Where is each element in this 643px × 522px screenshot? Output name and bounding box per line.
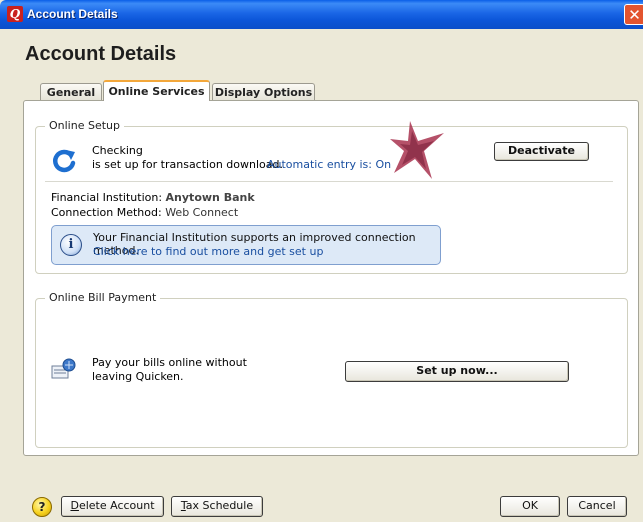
ok-button[interactable]: OK xyxy=(500,496,560,517)
info-callout: i Your Financial Institution supports an… xyxy=(51,225,441,265)
connection-method-value: Web Connect xyxy=(165,206,239,219)
online-setup-group: Online Setup Checking is set up for tran… xyxy=(35,119,628,274)
tax-schedule-label: ax Schedule xyxy=(185,499,254,512)
help-icon[interactable]: ? xyxy=(32,497,52,517)
online-bill-payment-label: Online Bill Payment xyxy=(45,291,161,304)
tab-general[interactable]: General xyxy=(40,83,102,101)
financial-institution-value: Anytown Bank xyxy=(165,191,255,204)
tab-online-services[interactable]: Online Services xyxy=(103,80,210,101)
delete-account-button[interactable]: Delete Account xyxy=(61,496,164,517)
delete-account-label: elete Account xyxy=(78,499,155,512)
deactivate-button[interactable]: Deactivate xyxy=(494,142,589,161)
bill-pay-text-line2: leaving Quicken. xyxy=(92,370,184,383)
refresh-icon xyxy=(53,149,76,173)
star-decoration xyxy=(390,121,444,179)
close-window-button[interactable]: ✕ xyxy=(624,4,643,25)
tab-panel: Online Setup Checking is set up for tran… xyxy=(23,100,639,456)
financial-institution-row: Financial Institution: Anytown Bank xyxy=(51,191,255,204)
automatic-entry-link[interactable]: Automatic entry is: On xyxy=(267,158,391,171)
connection-method-row: Connection Method: Web Connect xyxy=(51,206,238,219)
bill-payment-icon xyxy=(51,358,76,379)
window-title: Account Details xyxy=(27,7,118,21)
set-up-now-button[interactable]: Set up now... xyxy=(345,361,569,382)
tab-display-options[interactable]: Display Options xyxy=(212,83,315,101)
page-title: Account Details xyxy=(25,43,177,65)
bill-pay-text-line1: Pay your bills online without xyxy=(92,356,247,369)
quicken-app-icon: Q xyxy=(7,6,23,22)
online-setup-label: Online Setup xyxy=(45,119,124,132)
delete-account-hotkey: D xyxy=(70,499,79,512)
find-out-more-link[interactable]: Click here to find out more and get set … xyxy=(93,245,323,258)
tax-schedule-button[interactable]: Tax Schedule xyxy=(171,496,263,517)
cancel-button[interactable]: Cancel xyxy=(567,496,627,517)
connection-method-label: Connection Method: xyxy=(51,206,162,219)
info-icon: i xyxy=(60,234,82,256)
download-status-text: is set up for transaction download. xyxy=(92,158,283,171)
divider xyxy=(45,181,613,182)
account-details-window: Q Account Details ✕ Account Details Gene… xyxy=(0,0,643,522)
account-name: Checking xyxy=(92,144,143,157)
financial-institution-label: Financial Institution: xyxy=(51,191,163,204)
title-bar[interactable]: Q Account Details ✕ xyxy=(0,0,643,29)
online-bill-payment-group: Online Bill Payment Pay your bills onlin… xyxy=(35,291,628,448)
